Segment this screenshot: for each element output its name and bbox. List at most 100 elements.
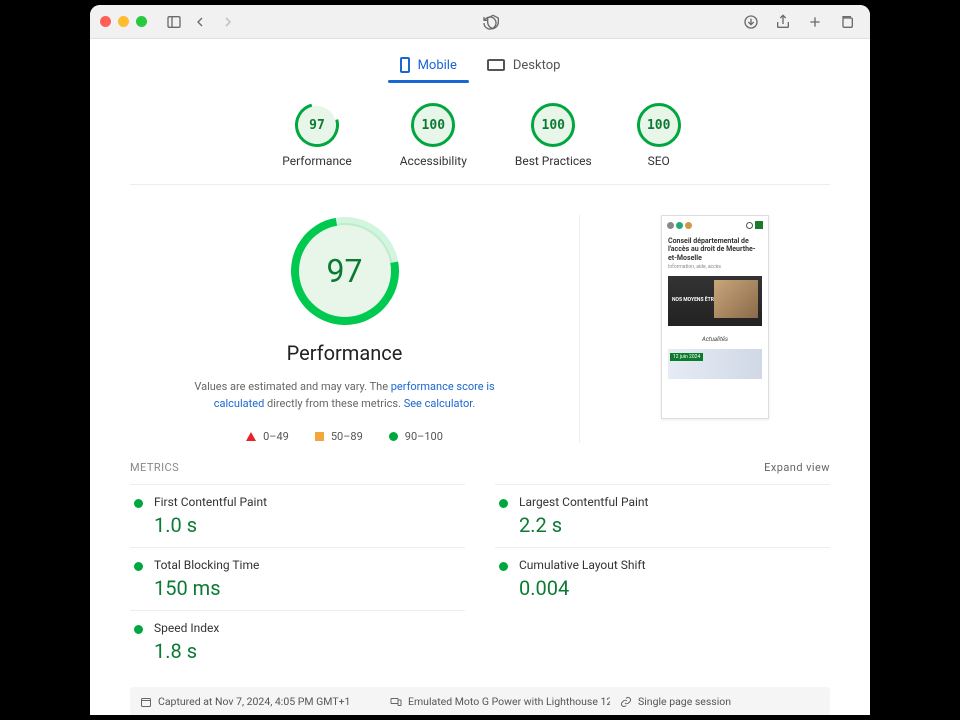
mobile-icon <box>400 57 410 73</box>
score-accessibility-value: 100 <box>422 118 445 133</box>
circle-icon <box>389 432 398 441</box>
chrome-icon <box>620 715 632 716</box>
metric-si-name: Speed Index <box>154 621 465 635</box>
legend-high: 90–100 <box>389 430 443 443</box>
score-seo-value: 100 <box>647 118 670 133</box>
score-accessibility[interactable]: 100 Accessibility <box>400 106 467 168</box>
window-controls <box>100 16 147 27</box>
tabs-overview-icon[interactable] <box>838 13 856 31</box>
metric-lcp: Largest Contentful Paint 2.2 s <box>495 484 830 547</box>
metric-tbt-name: Total Blocking Time <box>154 558 465 572</box>
link-icon <box>620 696 632 708</box>
score-performance[interactable]: 97 Performance <box>282 106 351 168</box>
score-accessibility-label: Accessibility <box>400 154 467 168</box>
thumb-subtitle: Information, aide, accès <box>665 264 765 274</box>
thumb-card: 12 juin 2024 <box>668 349 762 379</box>
score-best-practices-label: Best Practices <box>515 154 592 168</box>
share-icon[interactable] <box>774 13 792 31</box>
metric-fcp: First Contentful Paint 1.0 s <box>130 484 465 547</box>
device-tabs: Mobile Desktop <box>120 39 840 84</box>
metric-cls-value: 0.004 <box>519 576 830 600</box>
square-icon <box>315 432 324 441</box>
sidebar-toggle-icon[interactable] <box>165 13 183 31</box>
score-legend: 0–49 50–89 90–100 <box>246 430 443 443</box>
toolbar-right <box>738 13 860 31</box>
metric-fcp-name: First Contentful Paint <box>154 495 465 509</box>
calendar-icon <box>140 696 152 708</box>
tab-mobile[interactable]: Mobile <box>398 51 459 83</box>
screenshot-preview: Conseil départemental de l'accès au droi… <box>580 215 830 443</box>
score-summary: 97 Performance 100 Accessibility 100 Bes… <box>130 84 830 185</box>
page-thumbnail: Conseil départemental de l'accès au droi… <box>661 215 769 419</box>
score-best-practices[interactable]: 100 Best Practices <box>515 106 592 168</box>
info-load: Initial page load <box>140 714 380 715</box>
back-button[interactable] <box>191 13 209 31</box>
metrics-title: Metrics <box>130 461 179 474</box>
metric-cls-name: Cumulative Layout Shift <box>519 558 830 572</box>
maximize-window-button[interactable] <box>136 16 147 27</box>
desktop-icon <box>487 59 505 71</box>
browser-window: Mobile Desktop 97 Performance 100 Access… <box>90 5 870 715</box>
performance-title: Performance <box>287 341 403 365</box>
tab-mobile-label: Mobile <box>418 58 457 73</box>
tab-desktop[interactable]: Desktop <box>485 51 563 83</box>
devices-icon <box>390 696 402 708</box>
see-calculator-link[interactable]: See calculator <box>404 397 473 410</box>
expand-view-link[interactable]: Expand view <box>764 461 830 474</box>
performance-description: Values are estimated and may vary. The p… <box>185 379 505 412</box>
gauge-best-practices: 100 <box>534 106 572 144</box>
page-content: Mobile Desktop 97 Performance 100 Access… <box>90 39 870 715</box>
metrics-header: Metrics Expand view <box>120 443 840 480</box>
performance-large-value: 97 <box>327 252 363 290</box>
metric-lcp-value: 2.2 s <box>519 513 830 537</box>
metric-fcp-value: 1.0 s <box>154 513 465 537</box>
info-captured: Captured at Nov 7, 2024, 4:05 PM GMT+1 <box>140 695 380 708</box>
metric-si: Speed Index 1.8 s <box>130 610 465 673</box>
legend-low: 0–49 <box>246 430 289 443</box>
run-info-footer: Captured at Nov 7, 2024, 4:05 PM GMT+1 E… <box>130 687 830 715</box>
stopwatch-icon <box>140 715 152 716</box>
forward-button[interactable] <box>219 13 237 31</box>
score-seo[interactable]: 100 SEO <box>640 106 678 168</box>
status-dot-icon <box>134 499 143 508</box>
thumb-section: Actualités <box>665 328 765 347</box>
metric-si-value: 1.8 s <box>154 639 465 663</box>
metric-tbt-value: 150 ms <box>154 576 465 600</box>
status-dot-icon <box>499 499 508 508</box>
gauge-performance: 97 <box>298 106 336 144</box>
info-session: Single page session <box>620 695 820 708</box>
performance-summary: 97 Performance Values are estimated and … <box>130 215 580 443</box>
status-dot-icon <box>134 625 143 634</box>
thumb-hero: NOS MOYENS ÊTRE DÉFENDUS <box>668 276 762 326</box>
reload-icon[interactable] <box>481 14 499 32</box>
gauge-accessibility: 100 <box>414 106 452 144</box>
thumb-menu-icon <box>755 221 763 229</box>
info-throttling: Slow 4G throttling <box>390 714 610 715</box>
titlebar <box>90 5 870 39</box>
thumb-search-icon <box>746 222 753 229</box>
minimize-window-button[interactable] <box>118 16 129 27</box>
gauge-performance-large: 97 <box>297 223 393 319</box>
status-dot-icon <box>134 562 143 571</box>
metric-tbt: Total Blocking Time 150 ms <box>130 547 465 610</box>
score-performance-label: Performance <box>282 154 351 168</box>
status-dot-icon <box>499 562 508 571</box>
metrics-grid: First Contentful Paint 1.0 s Largest Con… <box>120 480 840 673</box>
metric-lcp-name: Largest Contentful Paint <box>519 495 830 509</box>
info-emulated: Emulated Moto G Power with Lighthouse 12… <box>390 695 610 708</box>
info-chromium: Using HeadlessChromium 130.0.6723.69 wit… <box>620 714 820 715</box>
wifi-icon <box>390 715 402 716</box>
metric-cls: Cumulative Layout Shift 0.004 <box>495 547 830 610</box>
tab-desktop-label: Desktop <box>513 58 561 73</box>
downloads-icon[interactable] <box>742 13 760 31</box>
triangle-icon <box>246 432 256 441</box>
thumb-title: Conseil départemental de l'accès au droi… <box>665 233 765 264</box>
nav-buttons <box>187 13 241 31</box>
score-seo-label: SEO <box>648 154 670 168</box>
legend-mid: 50–89 <box>315 430 363 443</box>
new-tab-icon[interactable] <box>806 13 824 31</box>
score-best-practices-value: 100 <box>542 118 565 133</box>
close-window-button[interactable] <box>100 16 111 27</box>
performance-detail: 97 Performance Values are estimated and … <box>120 185 840 443</box>
score-performance-value: 97 <box>309 118 325 133</box>
